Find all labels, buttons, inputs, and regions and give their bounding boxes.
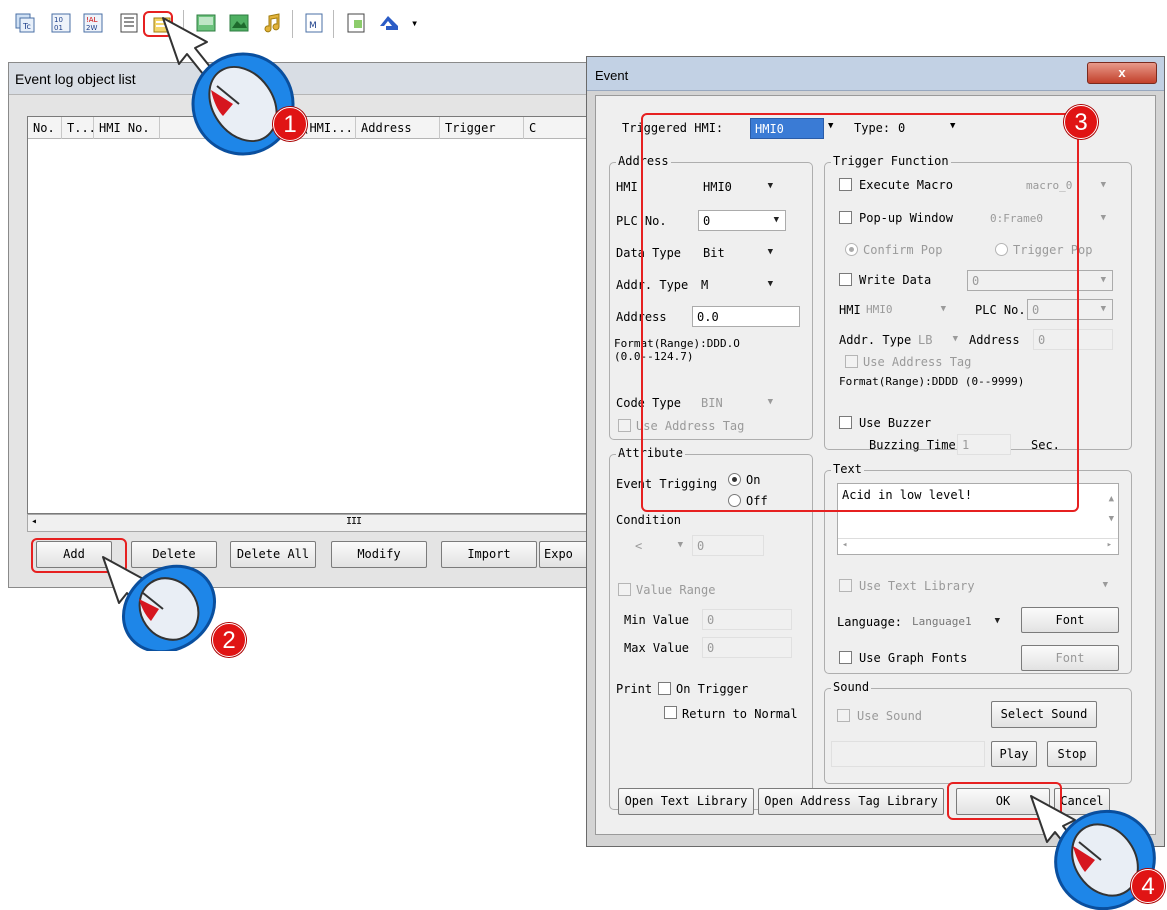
- return-normal-checkbox[interactable]: [664, 706, 677, 719]
- chevron-down-icon: ▼: [1100, 213, 1106, 223]
- event-list-view[interactable]: No. T... HMI No. o(HMI... Address Trigge…: [27, 116, 596, 514]
- chevron-down-icon: ▼: [994, 616, 1000, 626]
- use-graph-fonts-label: Use Graph Fonts: [859, 651, 968, 665]
- toolbar-overflow-icon[interactable]: ▾: [411, 16, 418, 30]
- condition-value-input[interactable]: 0: [692, 535, 764, 556]
- column-header[interactable]: HMI No.: [94, 117, 160, 139]
- on-trigger-checkbox[interactable]: [658, 682, 671, 695]
- on-trigger-label: On Trigger: [676, 682, 749, 696]
- font-button[interactable]: Font: [1021, 607, 1119, 633]
- use-sound-label: Use Sound: [857, 709, 923, 723]
- use-graph-fonts-checkbox[interactable]: [839, 651, 852, 664]
- hmi-label: HMI: [616, 180, 638, 194]
- use-text-library-checkbox[interactable]: [839, 579, 852, 592]
- svg-text:!AL: !AL: [86, 16, 98, 24]
- condition-label: Condition: [616, 513, 682, 527]
- max-value-label: Max Value: [624, 641, 690, 655]
- document-icon[interactable]: [345, 12, 367, 34]
- language-label: Language:: [837, 615, 903, 629]
- column-header[interactable]: Trigger: [440, 117, 524, 139]
- use-address-tag-checkbox[interactable]: [618, 419, 631, 432]
- use-text-library-label: Use Text Library: [859, 579, 975, 593]
- value-range-checkbox[interactable]: [618, 583, 631, 596]
- column-header[interactable]: T...: [62, 117, 94, 139]
- chevron-down-icon: ▼: [1100, 304, 1106, 314]
- step-badge: 3: [1064, 105, 1098, 139]
- chevron-down-icon: ▼: [1102, 580, 1108, 590]
- step-badge: 1: [273, 107, 307, 141]
- open-text-library-button[interactable]: Open Text Library: [618, 788, 754, 815]
- svg-text:01: 01: [54, 24, 63, 32]
- modify-button[interactable]: Modify: [331, 541, 427, 568]
- step-badge: 4: [1131, 869, 1165, 903]
- select-sound-button[interactable]: Select Sound: [991, 701, 1097, 728]
- scroll-up-icon[interactable]: ▲: [1109, 494, 1114, 504]
- print-label: Print: [616, 682, 653, 696]
- macro-icon[interactable]: M: [303, 12, 325, 34]
- graph-font-button[interactable]: Font: [1021, 645, 1119, 671]
- settings-highlight: [641, 113, 1079, 512]
- scroll-right-icon[interactable]: ▸: [1107, 540, 1112, 550]
- condition-operator-select[interactable]: < ▼: [630, 535, 690, 556]
- chevron-down-icon: ▼: [677, 540, 683, 550]
- svg-text:2W: 2W: [86, 24, 97, 32]
- close-button[interactable]: x: [1087, 62, 1157, 84]
- play-button[interactable]: Play: [991, 741, 1037, 767]
- open-address-tag-library-button[interactable]: Open Address Tag Library: [758, 788, 944, 815]
- column-header[interactable]: No.: [28, 117, 62, 139]
- sound-file-input[interactable]: [831, 741, 985, 767]
- event-log-icon[interactable]: [118, 12, 140, 34]
- list-header: No. T... HMI No. o(HMI... Address Trigge…: [28, 117, 596, 139]
- min-value-label: Min Value: [624, 613, 690, 627]
- chevron-down-icon: ▼: [1100, 180, 1106, 190]
- stop-button[interactable]: Stop: [1047, 741, 1097, 767]
- horizontal-scrollbar[interactable]: ◂ III: [27, 514, 595, 532]
- svg-text:M: M: [309, 21, 317, 31]
- tag-table-icon[interactable]: Tc: [14, 12, 36, 34]
- alarm-word-icon[interactable]: !AL2W: [82, 12, 104, 34]
- scroll-thumb[interactable]: III: [346, 516, 362, 527]
- text-library-select[interactable]: ▼: [1009, 575, 1115, 596]
- svg-text:Tc: Tc: [22, 22, 31, 31]
- chevron-down-icon: ▼: [1100, 275, 1106, 285]
- use-sound-checkbox[interactable]: [837, 709, 850, 722]
- scroll-down-icon[interactable]: ▼: [1109, 514, 1114, 524]
- svg-text:10: 10: [54, 16, 63, 24]
- dialog-titlebar: Event x: [587, 57, 1164, 91]
- return-normal-label: Return to Normal: [682, 707, 798, 721]
- value-range-label: Value Range: [636, 583, 716, 597]
- scroll-left-icon[interactable]: ◂: [31, 516, 37, 527]
- step-badge: 2: [212, 623, 246, 657]
- binary-data-icon[interactable]: 1001: [50, 12, 72, 34]
- text-hscrollbar[interactable]: ◂ ▸: [838, 538, 1118, 554]
- dialog-title: Event: [595, 68, 629, 83]
- transfer-icon[interactable]: [378, 12, 400, 34]
- column-header[interactable]: Address: [356, 117, 440, 139]
- max-value-input[interactable]: 0: [702, 637, 792, 658]
- min-value-input[interactable]: 0: [702, 609, 792, 630]
- language-select[interactable]: Language1 ▼: [907, 611, 1007, 632]
- import-button[interactable]: Import: [441, 541, 537, 568]
- scroll-left-icon[interactable]: ◂: [842, 540, 847, 550]
- sound-group: Sound Use Sound Select Sound Play Stop: [824, 680, 1132, 784]
- sound-group-title: Sound: [831, 680, 872, 694]
